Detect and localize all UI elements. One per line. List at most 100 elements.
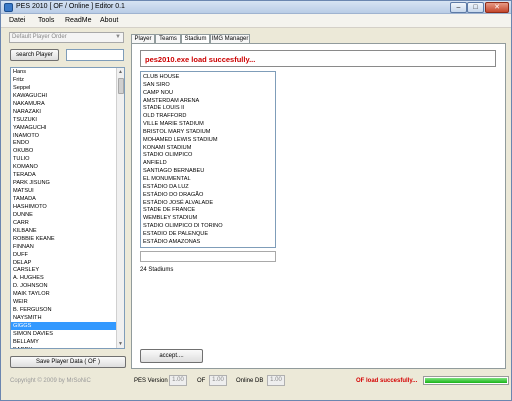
player-list-item[interactable]: A. HUGHES <box>11 274 124 282</box>
stadium-list-item[interactable]: GIUSEPPE MEAZZA <box>141 246 275 248</box>
scroll-up-icon[interactable]: ▲ <box>117 68 124 76</box>
player-order-select[interactable]: Default Player Order ▼ <box>9 32 124 43</box>
load-status-text: pes2010.exe load succesfully... <box>145 55 256 64</box>
player-list[interactable]: Hans Fritz Seppel KAWAGUCHI NAKAMURA NARAZAKI… <box>10 67 125 349</box>
player-list-item[interactable]: MATSUI <box>11 187 124 195</box>
menu-readme[interactable]: ReadMe <box>65 17 91 24</box>
app-icon <box>4 3 13 12</box>
stadium-list-item[interactable]: STADIO OLIMPICO <box>141 151 275 159</box>
stadium-list-item[interactable]: STADE LOUIS II <box>141 104 275 112</box>
player-list-item[interactable]: DUFF <box>11 251 124 259</box>
player-list-item[interactable]: OKUBO <box>11 147 124 155</box>
player-list-item[interactable]: INAMOTO <box>11 132 124 140</box>
stadium-list-item[interactable]: OLD TRAFFORD <box>141 112 275 120</box>
player-list-items: Hans Fritz Seppel KAWAGUCHI NAKAMURA NARAZAKI… <box>11 68 124 348</box>
player-list-item[interactable]: FINNAN <box>11 243 124 251</box>
player-list-item[interactable]: KOMANO <box>11 163 124 171</box>
stadium-list-items: CLUB HOUSE SAN SIRO CAMP NOU AMSTERDAM AREN… <box>141 73 275 248</box>
stadium-list-item[interactable]: ESTÁDIO DA LUZ <box>141 183 275 191</box>
menu-about[interactable]: About <box>100 17 118 24</box>
minimize-button[interactable]: – <box>450 2 467 13</box>
menu-datei[interactable]: Datei <box>9 17 25 24</box>
player-list-item[interactable]: ENDO <box>11 139 124 147</box>
title-bar[interactable]: PES 2010 [ OF / Online ] Editor 0.1 – □ … <box>1 1 511 14</box>
player-list-item[interactable]: GIGGS <box>11 322 124 330</box>
player-list-item[interactable]: Seppel <box>11 84 124 92</box>
player-list-item[interactable]: Hans <box>11 68 124 76</box>
player-order-value: Default Player Order <box>12 34 67 40</box>
stadium-list-item[interactable]: ANFIELD <box>141 159 275 167</box>
of-version-field: 1.00 <box>209 375 227 386</box>
player-list-item[interactable]: DUNNE <box>11 211 124 219</box>
online-db-field: 1.00 <box>267 375 285 386</box>
stadium-list-item[interactable]: CAMP NOU <box>141 89 275 97</box>
player-list-item[interactable]: SIMON DAVIES <box>11 330 124 338</box>
stadium-list-item[interactable]: AMSTERDAM ARENA <box>141 97 275 105</box>
load-progress-fill <box>425 378 507 383</box>
stadium-list-item[interactable]: MOHAMED LEWIS STADIUM <box>141 136 275 144</box>
save-player-data-button[interactable]: Save Player Data ( OF ) <box>10 356 126 368</box>
player-list-item[interactable]: D. JOHNSON <box>11 282 124 290</box>
pes-version-field: 1.00 <box>169 375 187 386</box>
player-list-item[interactable]: WEIR <box>11 298 124 306</box>
menu-bar: Datei Tools ReadMe About <box>1 14 511 28</box>
load-progress-bar <box>423 376 509 385</box>
player-list-item[interactable]: TSUZUKI <box>11 116 124 124</box>
close-button[interactable]: ✕ <box>485 2 509 13</box>
player-list-item[interactable]: PARK JISUNG <box>11 179 124 187</box>
player-list-item[interactable]: TULIO <box>11 155 124 163</box>
stadium-list-item[interactable]: ESTÁDIO DO DRAGÃO <box>141 191 275 199</box>
window-title: PES 2010 [ OF / Online ] Editor 0.1 <box>16 3 125 10</box>
player-list-item[interactable]: B. FERGUSON <box>11 306 124 314</box>
stadium-list-item[interactable]: ESTÁDIO JOSÉ ALVALADE <box>141 199 275 207</box>
load-status-box: pes2010.exe load succesfully... <box>140 50 496 67</box>
stadium-list-item[interactable]: SANTIAGO BERNABEU <box>141 167 275 175</box>
scroll-down-icon[interactable]: ▼ <box>117 340 124 348</box>
stadium-list[interactable]: CLUB HOUSE SAN SIRO CAMP NOU AMSTERDAM AREN… <box>140 71 276 248</box>
player-list-item[interactable]: KAWAGUCHI <box>11 92 124 100</box>
of-label: OF <box>197 378 206 384</box>
stadium-list-item[interactable]: WEMBLEY STADIUM <box>141 214 275 222</box>
menu-tools[interactable]: Tools <box>38 17 54 24</box>
player-list-item[interactable]: YAMAGUCHI <box>11 124 124 132</box>
stadium-name-input[interactable] <box>140 251 276 262</box>
pes-version-label: PES Version <box>134 378 168 384</box>
stadium-list-item[interactable]: ESTADIO DE PALENQUE <box>141 230 275 238</box>
player-list-item[interactable]: HASHIMOTO <box>11 203 124 211</box>
player-list-item[interactable]: BELLAMY <box>11 338 124 346</box>
search-player-input[interactable] <box>66 49 124 61</box>
stadium-list-item[interactable]: STADE DE FRANCE <box>141 206 275 214</box>
player-list-item[interactable]: BARRY <box>11 346 124 348</box>
search-player-button[interactable]: search Player <box>10 49 59 61</box>
online-db-label: Online DB <box>236 378 264 384</box>
stadium-tab-page: pes2010.exe load succesfully... CLUB HOU… <box>131 43 506 369</box>
scroll-thumb[interactable] <box>118 78 124 94</box>
stadium-list-item[interactable]: VILLE MARIE STADIUM <box>141 120 275 128</box>
stadium-list-item[interactable]: KONAMI STADIUM <box>141 144 275 152</box>
stadium-list-item[interactable]: EL MONUMENTAL <box>141 175 275 183</box>
stadium-list-item[interactable]: STADIO OLIMPICO DI TORINO <box>141 222 275 230</box>
player-list-item[interactable]: DELAP <box>11 259 124 267</box>
player-list-item[interactable]: ROBBIE KEANE <box>11 235 124 243</box>
player-list-item[interactable]: MAIK TAYLOR <box>11 290 124 298</box>
stadium-list-item[interactable]: BRISTOL MARY STADIUM <box>141 128 275 136</box>
player-list-item[interactable]: CARSLEY <box>11 266 124 274</box>
stadium-list-item[interactable]: SAN SIRO <box>141 81 275 89</box>
accept-button[interactable]: accept.... <box>140 349 203 363</box>
stadium-count: 24 Stadiums <box>140 267 174 273</box>
player-list-item[interactable]: NAYSMITH <box>11 314 124 322</box>
copyright-text: Copyright © 2009 by MrSoNiC <box>10 378 91 384</box>
player-list-item[interactable]: TERADA <box>11 171 124 179</box>
player-list-scrollbar[interactable]: ▲ ▼ <box>116 68 124 348</box>
app-window: PES 2010 [ OF / Online ] Editor 0.1 – □ … <box>0 0 512 401</box>
player-list-item[interactable]: NARAZAKI <box>11 108 124 116</box>
stadium-list-item[interactable]: CLUB HOUSE <box>141 73 275 81</box>
player-list-item[interactable]: KILBANE <box>11 227 124 235</box>
player-list-item[interactable]: TAMADA <box>11 195 124 203</box>
player-list-item[interactable]: Fritz <box>11 76 124 84</box>
player-list-item[interactable]: NAKAMURA <box>11 100 124 108</box>
maximize-button[interactable]: □ <box>467 2 484 13</box>
stadium-list-item[interactable]: ESTÁDIO AMAZONAS <box>141 238 275 246</box>
of-load-status: OF load succesfully... <box>356 378 418 384</box>
player-list-item[interactable]: CARR <box>11 219 124 227</box>
